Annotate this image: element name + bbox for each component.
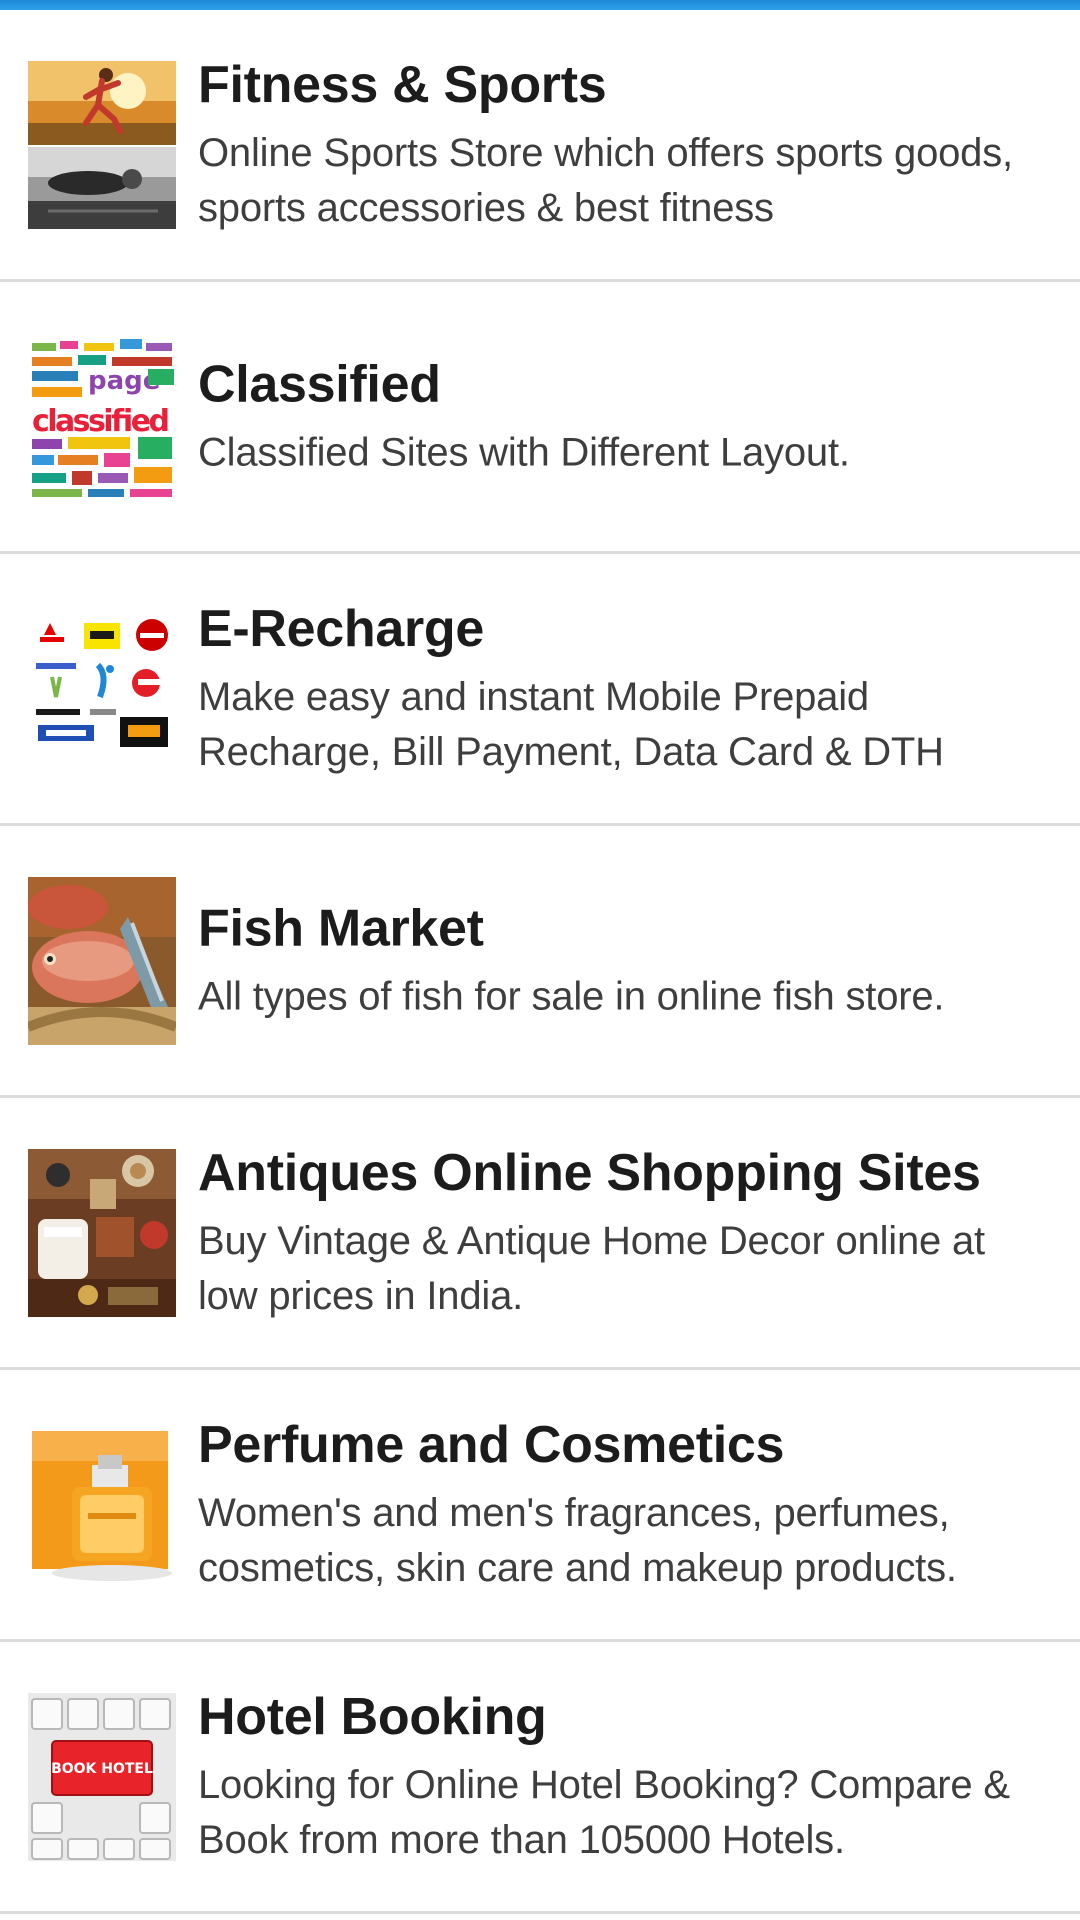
category-title: Classified [198, 355, 441, 413]
category-title: Fish Market [198, 899, 484, 957]
top-accent-bar [0, 0, 1080, 10]
category-text: Perfume and Cosmetics Women's and men's … [198, 1414, 1054, 1596]
category-title: Hotel Booking [198, 1687, 547, 1746]
category-description: All types of fish for sale in online fis… [198, 974, 945, 1018]
hotel-key-label: BOOK HOTEL [51, 1761, 153, 1777]
category-title: Perfume and Cosmetics [198, 1415, 785, 1474]
recharge-thumbnail [28, 604, 176, 773]
category-text: Classified Classified Sites with Differe… [198, 353, 1054, 480]
category-description: Women's and men's fragrances, perfumes, … [198, 1490, 957, 1590]
category-item-classified[interactable]: page classified Classified Classified Si… [0, 282, 1080, 554]
hotel-thumbnail: BOOK HOTEL [28, 1692, 176, 1861]
classified-word: classified [32, 404, 170, 439]
category-item-hotel-booking[interactable]: BOOK HOTEL Hotel Booking Looking for Onl… [0, 1642, 1080, 1914]
category-title: Antiques Online Shopping Sites [198, 1143, 981, 1202]
category-title: E-Recharge [198, 599, 484, 658]
category-description: Online Sports Store which offers sports … [198, 130, 1013, 230]
fitness-thumbnail [28, 60, 176, 229]
category-title: Fitness & Sports [198, 55, 607, 114]
category-item-fish-market[interactable]: Fish Market All types of fish for sale i… [0, 826, 1080, 1098]
category-item-fitness-sports[interactable]: Fitness & Sports Online Sports Store whi… [0, 10, 1080, 282]
category-text: Antiques Online Shopping Sites Buy Vinta… [198, 1142, 1054, 1324]
classified-thumbnail: page classified [28, 332, 176, 501]
category-description: Make easy and instant Mobile Prepaid Rec… [198, 674, 944, 774]
category-description: Classified Sites with Different Layout. [198, 430, 850, 474]
category-list: Fitness & Sports Online Sports Store whi… [0, 10, 1080, 1914]
category-text: E-Recharge Make easy and instant Mobile … [198, 598, 1054, 780]
antiques-thumbnail [28, 1148, 176, 1317]
category-description: Looking for Online Hotel Booking? Compar… [198, 1762, 1010, 1862]
category-text: Hotel Booking Looking for Online Hotel B… [198, 1686, 1054, 1868]
category-item-perfume-cosmetics[interactable]: Perfume and Cosmetics Women's and men's … [0, 1370, 1080, 1642]
category-text: Fitness & Sports Online Sports Store whi… [198, 54, 1054, 236]
category-description: Buy Vintage & Antique Home Decor online … [198, 1218, 985, 1318]
fish-thumbnail [28, 876, 176, 1045]
perfume-thumbnail [28, 1420, 176, 1589]
category-item-e-recharge[interactable]: E-Recharge Make easy and instant Mobile … [0, 554, 1080, 826]
category-text: Fish Market All types of fish for sale i… [198, 897, 1054, 1024]
category-item-antiques[interactable]: Antiques Online Shopping Sites Buy Vinta… [0, 1098, 1080, 1370]
